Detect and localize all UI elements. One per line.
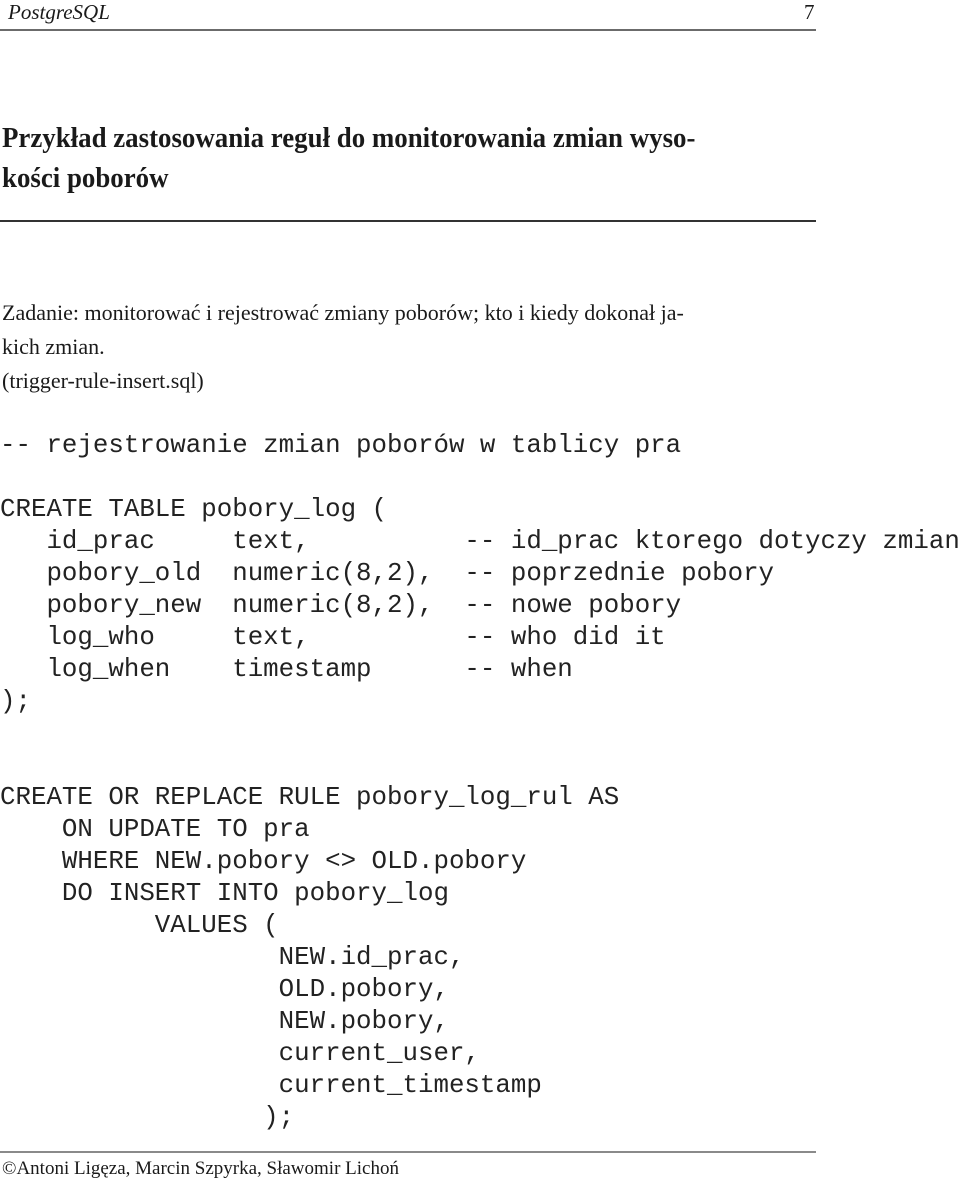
code-line: pobory_old numeric(8,2), -- poprzednie p… (0, 559, 775, 588)
code-line: current_timestamp (0, 1071, 542, 1100)
page-number: 7 (804, 0, 815, 24)
section-title-line-1: Przykład zastosowania reguł do monitorow… (2, 123, 696, 154)
task-description-line-1: Zadanie: monitorować i rejestrować zmian… (2, 300, 684, 325)
code-line: log_who text, -- who did it (0, 623, 666, 652)
code-line: WHERE NEW.pobory <> OLD.pobory (0, 847, 527, 876)
code-line: -- rejestrowanie zmian poborów w tablicy… (0, 431, 682, 460)
footer-authors: Antoni Ligęza, Marcin Szpyrka, Sławomir … (16, 1158, 399, 1179)
footer: ©Antoni Ligęza, Marcin Szpyrka, Sławomir… (2, 1158, 399, 1180)
code-line: pobory_new numeric(8,2), -- nowe pobory (0, 591, 682, 620)
code-line: CREATE OR REPLACE RULE pobory_log_rul AS (0, 783, 620, 812)
code-listing: -- rejestrowanie zmian poborów w tablicy… (0, 430, 960, 1134)
footer-rule (0, 1151, 816, 1153)
code-line: CREATE TABLE pobory_log ( (0, 495, 388, 524)
code-line: ); (0, 687, 31, 716)
code-line: current_user, (0, 1039, 480, 1068)
header-rule (0, 29, 816, 31)
copyright-icon: © (2, 1158, 17, 1179)
title-rule (0, 220, 816, 222)
code-line: DO INSERT INTO pobory_log (0, 879, 449, 908)
task-description-line-2: kich zmian. (2, 334, 105, 359)
running-header-title: PostgreSQL (8, 0, 110, 24)
section-title: Przykład zastosowania reguł do monitorow… (2, 119, 789, 199)
code-line: ); (0, 1103, 295, 1132)
code-line: VALUES ( (0, 911, 279, 940)
code-line: OLD.pobory, (0, 975, 449, 1004)
code-line: log_when timestamp -- when (0, 655, 573, 684)
section-title-line-2: kości poborów (2, 163, 169, 194)
code-line: NEW.pobory, (0, 1007, 449, 1036)
code-line: id_prac text, -- id_prac ktorego dotyczy… (0, 527, 960, 556)
code-line: ON UPDATE TO pra (0, 815, 310, 844)
source-filename: (trigger-rule-insert.sql) (2, 368, 204, 393)
code-line: NEW.id_prac, (0, 943, 465, 972)
